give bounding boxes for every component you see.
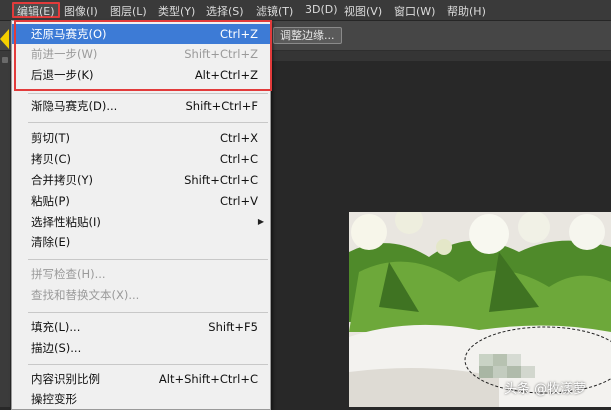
menu-item-copy-merged[interactable]: 合并拷贝(Y) Shift+Ctrl+C: [12, 170, 270, 190]
menu-separator: [28, 312, 268, 313]
menu-item-label: 前进一步(W): [31, 47, 98, 61]
tool-icon[interactable]: [2, 57, 8, 63]
menu-select[interactable]: 选择(S): [206, 3, 244, 19]
menu-item-label: 内容识别比例: [31, 372, 100, 386]
menu-separator: [28, 93, 268, 94]
menu-item-fill[interactable]: 填充(L)... Shift+F5: [12, 317, 270, 337]
menu-item-clear[interactable]: 清除(E): [12, 232, 270, 252]
menu-item-label: 剪切(T): [31, 131, 70, 145]
menu-item-shortcut: Shift+F5: [208, 320, 258, 334]
menu-item-label: 拼写检查(H)...: [31, 267, 106, 281]
menu-view[interactable]: 视图(V): [344, 3, 382, 19]
menu-item-label: 后退一步(K): [31, 68, 94, 82]
submenu-arrow-icon: ▶: [257, 217, 264, 226]
menu-item-content-aware-scale[interactable]: 内容识别比例 Alt+Shift+Ctrl+C: [12, 369, 270, 389]
menu-item-paste[interactable]: 粘贴(P) Ctrl+V: [12, 191, 270, 211]
menu-bar: 编辑(E) 图像(I) 图层(L) 类型(Y) 选择(S) 滤镜(T) 3D(D…: [0, 0, 611, 21]
menu-item-label: 拷贝(C): [31, 152, 72, 166]
menu-item-shortcut: Ctrl+Z: [220, 27, 258, 41]
menu-item-label: 查找和替换文本(X)...: [31, 288, 140, 302]
menu-item-find-replace[interactable]: 查找和替换文本(X)...: [12, 285, 270, 305]
menu-item-label: 合并拷贝(Y): [31, 173, 93, 187]
menu-help[interactable]: 帮助(H): [447, 3, 486, 19]
menu-item-shortcut: Shift+Ctrl+Z: [184, 47, 258, 61]
menu-item-shortcut: Shift+Ctrl+C: [184, 173, 258, 187]
menu-item-step-backward[interactable]: 后退一步(K) Alt+Ctrl+Z: [12, 65, 270, 85]
menu-image[interactable]: 图像(I): [64, 3, 98, 19]
edit-menu-dropdown: 还原马赛克(O) Ctrl+Z 前进一步(W) Shift+Ctrl+Z 后退一…: [11, 20, 271, 410]
menu-item-copy[interactable]: 拷贝(C) Ctrl+C: [12, 149, 270, 169]
menu-item-shortcut: Ctrl+V: [220, 194, 258, 208]
menu-separator: [28, 364, 268, 365]
menu-item-paste-special[interactable]: 选择性粘贴(I) ▶: [12, 212, 270, 232]
menu-edit[interactable]: 编辑(E): [12, 2, 60, 18]
menu-type[interactable]: 类型(Y): [158, 3, 195, 19]
menu-item-shortcut: Ctrl+C: [219, 152, 258, 166]
menu-3d[interactable]: 3D(D): [305, 3, 338, 16]
menu-item-label: 渐隐马赛克(D)...: [31, 99, 118, 113]
watermark-text: 头条 @牧漾萝: [504, 382, 587, 397]
menu-item-label: 清除(E): [31, 235, 71, 249]
menu-item-spell-check[interactable]: 拼写检查(H)...: [12, 264, 270, 284]
tools-panel: [0, 51, 10, 407]
menu-item-label: 操控变形: [31, 392, 77, 406]
menu-item-fade-mosaic[interactable]: 渐隐马赛克(D)... Shift+Ctrl+F: [12, 96, 270, 116]
menu-item-label: 粘贴(P): [31, 194, 70, 208]
menu-filter[interactable]: 滤镜(T): [256, 3, 293, 19]
menu-item-label: 描边(S)...: [31, 341, 82, 355]
menu-item-cut[interactable]: 剪切(T) Ctrl+X: [12, 128, 270, 148]
menu-window[interactable]: 窗口(W): [394, 3, 435, 19]
menu-item-shortcut: Ctrl+X: [220, 131, 258, 145]
menu-separator: [28, 122, 268, 123]
menu-item-label: 填充(L)...: [31, 320, 81, 334]
menu-layer[interactable]: 图层(L): [110, 3, 147, 19]
menu-item-label: 还原马赛克(O): [31, 27, 107, 41]
menu-item-shortcut: Alt+Ctrl+Z: [194, 68, 258, 82]
menu-item-shortcut: Alt+Shift+Ctrl+C: [158, 372, 258, 386]
menu-item-stroke[interactable]: 描边(S)...: [12, 338, 270, 358]
menu-separator: [28, 259, 268, 260]
menu-item-label: 选择性粘贴(I): [31, 215, 101, 229]
menu-item-puppet-warp[interactable]: 操控变形: [12, 389, 270, 409]
menu-item-step-forward[interactable]: 前进一步(W) Shift+Ctrl+Z: [12, 44, 270, 64]
yellow-arrow-icon: [0, 29, 9, 49]
menu-item-undo-mosaic[interactable]: 还原马赛克(O) Ctrl+Z: [12, 24, 270, 44]
menu-item-shortcut: Shift+Ctrl+F: [185, 99, 259, 113]
refine-edge-button[interactable]: 调整边缘...: [273, 27, 342, 44]
